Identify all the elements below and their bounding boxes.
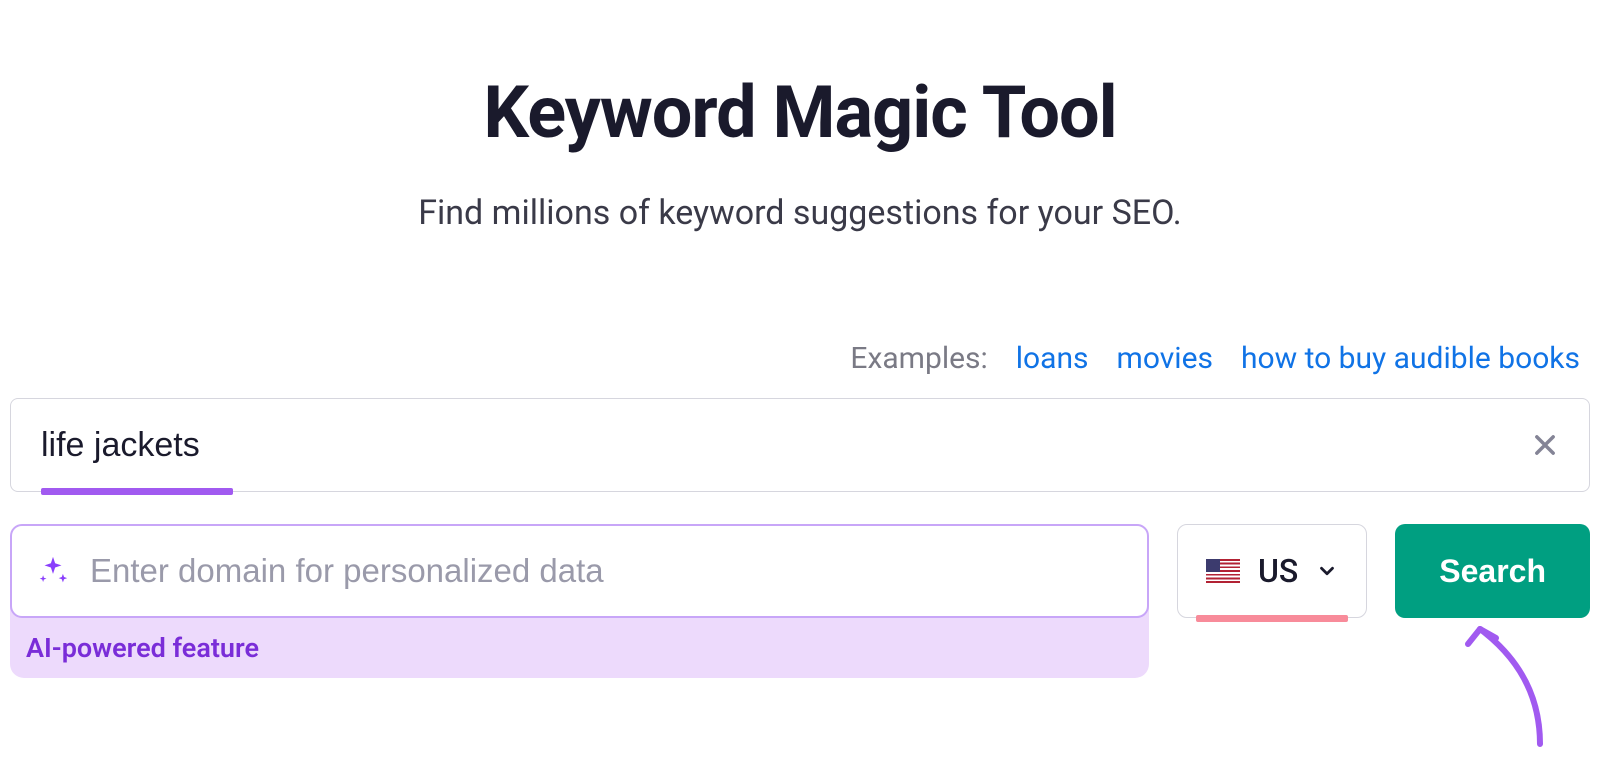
clear-icon[interactable] (1531, 431, 1559, 459)
chevron-down-icon (1316, 560, 1338, 582)
example-link-audible[interactable]: how to buy audible books (1241, 341, 1580, 376)
keyword-input-wrapper (10, 398, 1590, 492)
example-link-movies[interactable]: movies (1117, 341, 1213, 376)
ai-powered-label: AI-powered feature (10, 618, 1149, 664)
examples-label: Examples: (850, 341, 987, 376)
country-select[interactable]: US (1177, 524, 1367, 618)
page-subtitle: Find millions of keyword suggestions for… (10, 193, 1590, 233)
domain-input-wrapper (10, 524, 1149, 618)
keyword-input[interactable] (41, 426, 1531, 465)
ai-feature-box: AI-powered feature (10, 524, 1149, 678)
examples-row: Examples: loans movies how to buy audibl… (10, 341, 1590, 376)
us-flag-icon (1206, 559, 1240, 583)
example-link-loans[interactable]: loans (1016, 341, 1089, 376)
country-code: US (1258, 552, 1298, 590)
sparkle-icon (36, 554, 70, 588)
search-button[interactable]: Search (1395, 524, 1590, 618)
page-title: Keyword Magic Tool (10, 70, 1590, 155)
domain-input[interactable] (90, 552, 1123, 590)
highlight-underline (1196, 615, 1348, 622)
highlight-underline (41, 488, 233, 495)
